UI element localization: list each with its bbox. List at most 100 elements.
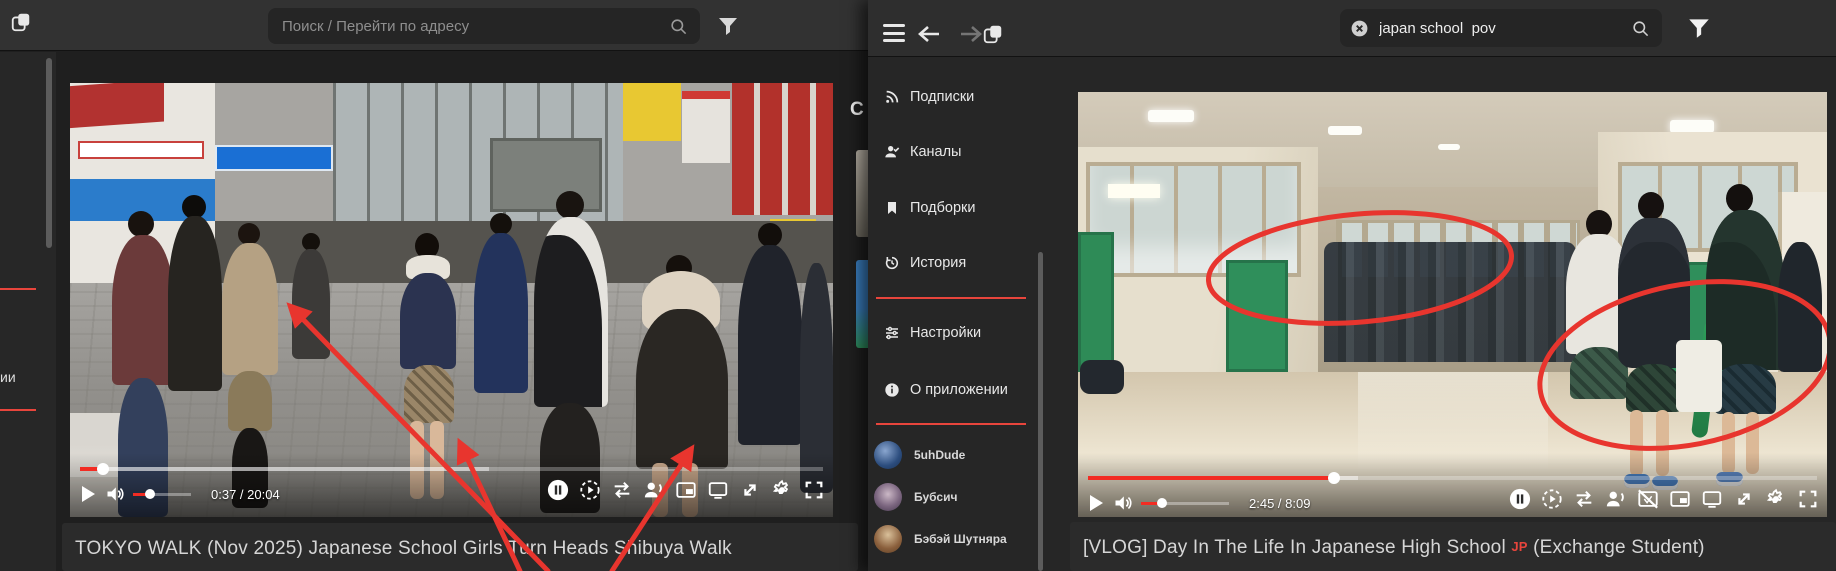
red-awning <box>70 83 164 129</box>
autoplay-icon[interactable] <box>1541 488 1563 510</box>
left-search-input[interactable] <box>282 17 669 35</box>
left-sidebar-cut-label: ии <box>0 369 16 385</box>
seek-knob[interactable] <box>97 463 109 475</box>
app-window-right: Подписки Каналы Подборки История Настрой… <box>868 0 1836 571</box>
person-check-icon <box>884 144 900 160</box>
pedestrian-head <box>556 191 584 219</box>
left-sidebar-divider-1 <box>0 288 36 290</box>
volume-icon <box>1115 496 1132 510</box>
left-video-player[interactable]: 0:37 / 20:04 <box>70 83 833 517</box>
right-video-title-panel: [VLOG] Day In The Life In Japanese High … <box>1070 522 1836 571</box>
channel-item[interactable]: 5uhDude <box>868 440 1048 470</box>
student-head <box>1638 192 1664 220</box>
repeat-icon[interactable] <box>611 479 633 501</box>
tune-icon <box>884 325 900 341</box>
pause-circle-icon[interactable] <box>547 479 569 501</box>
pedestrian-dark <box>738 245 802 445</box>
pip-icon[interactable] <box>1669 488 1691 510</box>
repeat-icon[interactable] <box>1573 488 1595 510</box>
narrator-icon[interactable] <box>643 479 665 501</box>
filter-icon[interactable] <box>714 12 742 40</box>
right-search-box[interactable] <box>1340 9 1662 47</box>
schoolgirl-cardigan <box>400 273 456 369</box>
right-seek-bar[interactable] <box>1088 472 1817 484</box>
title-main: [VLOG] Day In The Life In Japanese High … <box>1083 537 1506 558</box>
captions-off-icon[interactable] <box>1637 488 1659 510</box>
cast-screen-icon[interactable] <box>1701 488 1723 510</box>
fullscreen-icon[interactable] <box>803 479 825 501</box>
left-search-box[interactable] <box>268 8 700 44</box>
sidebar-item-settings[interactable]: Настройки <box>868 321 1048 345</box>
play-button[interactable] <box>82 486 95 502</box>
volume-control[interactable] <box>1113 493 1229 513</box>
tabs-icon[interactable] <box>980 21 1006 47</box>
right-player-icons <box>1509 488 1819 510</box>
pip-icon[interactable] <box>675 479 697 501</box>
red-banners <box>732 83 833 215</box>
volume-slider[interactable] <box>133 489 191 499</box>
student-by-door <box>1778 242 1822 372</box>
pedestrian-head <box>128 211 154 237</box>
sidebar-item-subscriptions[interactable]: Подписки <box>868 85 1048 109</box>
progress-fill <box>1088 476 1334 480</box>
left-seek-bar[interactable] <box>80 463 823 475</box>
autoplay-icon[interactable] <box>579 479 601 501</box>
left-sidebar-scrollbar[interactable] <box>46 58 52 248</box>
pedestrian-beige-coat <box>222 243 278 375</box>
cast-screen-icon[interactable] <box>707 479 729 501</box>
resize-icon[interactable] <box>1733 488 1755 510</box>
channel-item[interactable]: Бубсич <box>868 482 1048 512</box>
taiseido-blue-sign <box>215 145 333 171</box>
sidebar-item-history[interactable]: История <box>868 251 1048 275</box>
fur-parka-woman <box>636 309 728 469</box>
search-icon[interactable] <box>1631 19 1650 38</box>
lit-room-glow <box>1108 184 1160 198</box>
sidebar-item-about[interactable]: О приложении <box>868 378 1048 402</box>
settings-gear-icon[interactable] <box>1765 488 1787 510</box>
ceiling-light <box>1438 144 1460 150</box>
title-tail: (Exchange Student) <box>1533 537 1705 558</box>
volume-slider[interactable] <box>1141 498 1229 508</box>
sidebar-item-collections[interactable]: Подборки <box>868 196 1048 220</box>
sidebar-item-channels[interactable]: Каналы <box>868 140 1048 164</box>
pedestrian <box>292 249 330 359</box>
black-jacket-man <box>534 217 608 407</box>
resize-icon[interactable] <box>739 479 761 501</box>
sidebar-scrollbar[interactable] <box>1038 252 1043 571</box>
related-thumbnail[interactable] <box>856 260 868 348</box>
fullscreen-icon[interactable] <box>1797 488 1819 510</box>
seek-knob[interactable] <box>1327 472 1340 484</box>
narrator-icon[interactable] <box>1605 488 1627 510</box>
backpack-on-floor <box>1080 360 1124 394</box>
buffer-bar <box>80 467 489 471</box>
channel-avatar <box>874 525 902 553</box>
right-video-player[interactable]: 2:45 / 8:09 <box>1078 92 1827 517</box>
clear-icon[interactable] <box>1350 19 1369 38</box>
channel-item[interactable]: Бэбэй Шутняра <box>868 524 1048 554</box>
bookmark-icon <box>884 200 900 216</box>
tabs-icon[interactable] <box>8 9 34 35</box>
left-video-title-panel: TOKYO WALK (Nov 2025) Japanese School Gi… <box>62 523 858 571</box>
play-button[interactable] <box>1090 495 1103 511</box>
pause-circle-icon[interactable] <box>1509 488 1531 510</box>
white-tote-bag <box>1676 340 1722 412</box>
settings-gear-icon[interactable] <box>771 479 793 501</box>
menu-icon[interactable] <box>882 24 906 42</box>
channel-name: 5uhDude <box>914 448 966 462</box>
back-icon[interactable] <box>916 22 942 46</box>
search-icon[interactable] <box>669 17 688 36</box>
channel-avatar <box>874 483 902 511</box>
sidebar-divider-2 <box>876 423 1026 425</box>
right-search-input[interactable] <box>1379 19 1631 37</box>
sidebar-divider-1 <box>876 297 1026 299</box>
plaid-skirt-navy <box>1714 364 1776 414</box>
volume-control[interactable] <box>105 484 191 504</box>
related-thumbnail[interactable] <box>856 150 868 237</box>
left-player-icons <box>547 479 825 501</box>
sidebar-item-label: Настройки <box>910 325 982 341</box>
schoolgirl-plaid-skirt <box>404 365 454 423</box>
filter-icon[interactable] <box>1684 13 1714 43</box>
ceiling-light <box>1328 126 1362 135</box>
pedestrian-navy <box>474 233 528 393</box>
far-student-crowd <box>1324 242 1576 362</box>
